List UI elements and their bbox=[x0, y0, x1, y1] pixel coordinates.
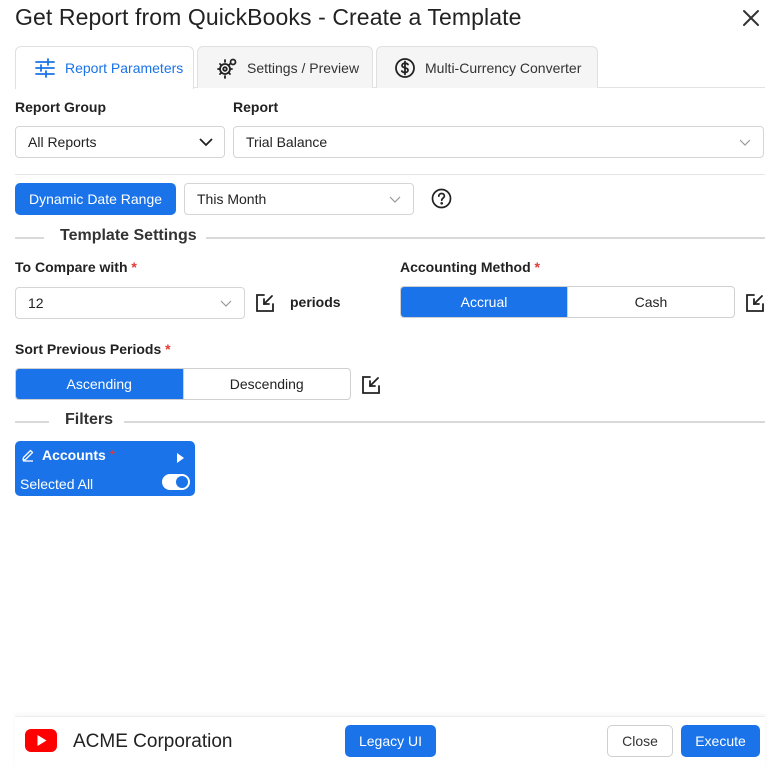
question-circle-icon[interactable] bbox=[431, 188, 452, 209]
sort-order-toggle: Ascending Descending bbox=[15, 368, 351, 400]
close-button[interactable]: Close bbox=[607, 725, 673, 757]
accounts-filter-card[interactable]: Accounts * Selected All bbox=[15, 441, 195, 496]
section-title: Filters bbox=[65, 411, 114, 428]
sliders-icon bbox=[34, 57, 56, 79]
tab-settings-preview[interactable]: Settings / Preview bbox=[197, 46, 373, 88]
tab-multi-currency[interactable]: Multi-Currency Converter bbox=[376, 46, 598, 88]
tab-label: Multi-Currency Converter bbox=[425, 59, 582, 76]
company-logo-icon bbox=[25, 729, 57, 752]
divider bbox=[15, 174, 765, 175]
dollar-circle-icon bbox=[394, 57, 416, 79]
tab-report-parameters[interactable]: Report Parameters bbox=[15, 46, 194, 89]
template-settings-header: Template Settings bbox=[15, 227, 765, 247]
periods-label: periods bbox=[290, 294, 341, 310]
filters-header: Filters bbox=[15, 411, 765, 431]
close-icon[interactable] bbox=[740, 7, 762, 29]
edit-sort-icon[interactable] bbox=[361, 375, 381, 395]
report-value: Trial Balance bbox=[246, 134, 328, 150]
gears-icon bbox=[216, 57, 238, 79]
sort-label: Sort Previous Periods * bbox=[15, 341, 171, 357]
date-range-select[interactable]: This Month bbox=[184, 183, 414, 215]
compare-label: To Compare with * bbox=[15, 259, 137, 275]
chevron-down-icon bbox=[388, 192, 402, 206]
dialog-title: Get Report from QuickBooks - Create a Te… bbox=[15, 4, 522, 30]
caret-right-icon[interactable] bbox=[176, 450, 185, 463]
compare-periods-select[interactable]: 12 bbox=[15, 287, 245, 319]
chevron-down-icon bbox=[199, 135, 213, 149]
report-group-value: All Reports bbox=[28, 134, 97, 150]
accounting-method-label: Accounting Method * bbox=[400, 259, 540, 275]
pencil-icon[interactable] bbox=[21, 448, 35, 462]
footer-bar: ACME Corporation Legacy UI Close Execute bbox=[15, 716, 765, 768]
accrual-option[interactable]: Accrual bbox=[401, 287, 567, 317]
report-group-select[interactable]: All Reports bbox=[15, 126, 225, 158]
tab-label: Settings / Preview bbox=[247, 59, 360, 76]
selected-all-toggle[interactable] bbox=[162, 474, 190, 490]
company-name: ACME Corporation bbox=[73, 731, 233, 752]
report-select[interactable]: Trial Balance bbox=[233, 126, 764, 158]
edit-accounting-method-icon[interactable] bbox=[745, 293, 765, 313]
cash-option[interactable]: Cash bbox=[567, 287, 734, 317]
report-group-label: Report Group bbox=[15, 99, 106, 115]
compare-value: 12 bbox=[28, 295, 44, 311]
chevron-down-icon bbox=[219, 296, 233, 310]
edit-compare-icon[interactable] bbox=[255, 293, 275, 313]
report-label: Report bbox=[233, 99, 279, 115]
filter-status: Selected All bbox=[20, 476, 94, 492]
descending-option[interactable]: Descending bbox=[182, 369, 351, 399]
execute-button[interactable]: Execute bbox=[681, 725, 760, 757]
tab-bar: Report Parameters Settings / Preview Mul… bbox=[15, 46, 765, 89]
chevron-down-icon bbox=[738, 135, 752, 149]
required-mark: * bbox=[109, 447, 116, 463]
date-range-value: This Month bbox=[197, 191, 267, 207]
tab-label: Report Parameters bbox=[65, 60, 184, 76]
accounting-method-toggle: Accrual Cash bbox=[400, 286, 735, 318]
dynamic-date-range-button[interactable]: Dynamic Date Range bbox=[15, 183, 176, 215]
section-title: Template Settings bbox=[60, 227, 197, 244]
ascending-option[interactable]: Ascending bbox=[16, 369, 183, 399]
filter-title: Accounts bbox=[42, 447, 106, 463]
legacy-ui-button[interactable]: Legacy UI bbox=[345, 725, 436, 757]
